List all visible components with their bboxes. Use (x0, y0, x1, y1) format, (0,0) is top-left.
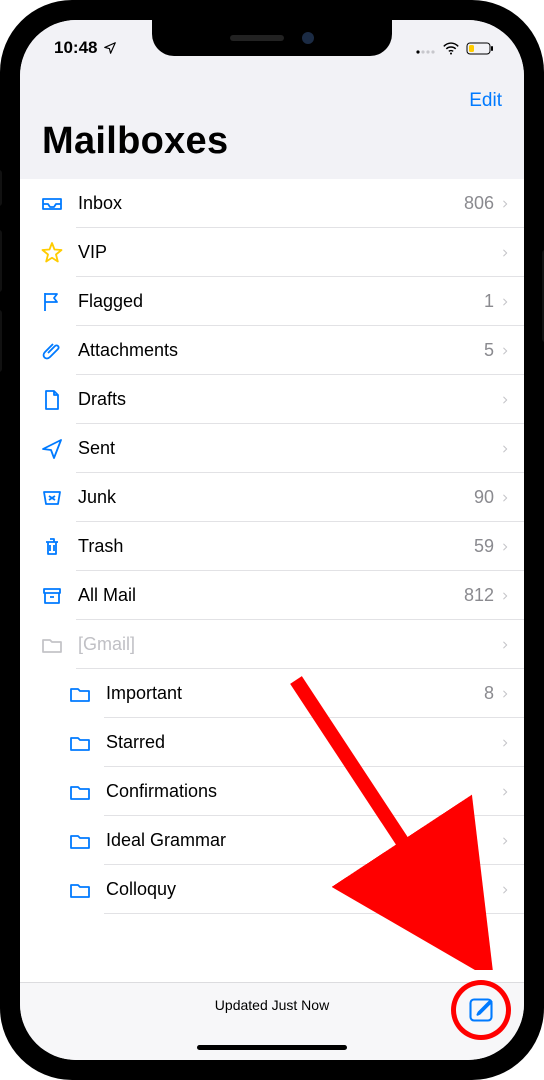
battery-low-icon (466, 42, 494, 55)
page-title: Mailboxes (42, 118, 502, 175)
sent-icon (38, 437, 66, 461)
chevron-right-icon (500, 392, 510, 408)
phone-frame: 10:48 (0, 0, 544, 1080)
chevron-right-icon (500, 833, 510, 849)
nav-bar: Edit Mailboxes (20, 76, 524, 179)
mailbox-row[interactable]: Drafts (20, 375, 524, 424)
status-time: 10:48 (54, 38, 97, 58)
mailbox-label: All Mail (78, 585, 464, 606)
chevron-right-icon (500, 196, 510, 212)
notch (152, 20, 392, 56)
folder-muted-icon (38, 633, 66, 657)
mailbox-row[interactable]: Important8 (20, 669, 524, 718)
chevron-right-icon (500, 735, 510, 751)
earpiece-speaker (230, 35, 284, 41)
mailbox-label: Important (106, 683, 484, 704)
chevron-right-icon (500, 245, 510, 261)
toolbar: Updated Just Now (20, 982, 524, 1060)
mailbox-row[interactable]: Ideal Grammar (20, 816, 524, 865)
mailbox-row[interactable]: Starred (20, 718, 524, 767)
home-indicator[interactable] (197, 1045, 347, 1050)
mailbox-count: 8 (484, 683, 494, 704)
mailbox-row[interactable]: VIP (20, 228, 524, 277)
mailbox-row[interactable]: Confirmations (20, 767, 524, 816)
chevron-right-icon (500, 490, 510, 506)
sync-status: Updated Just Now (20, 997, 524, 1013)
mailbox-row[interactable]: Attachments5 (20, 326, 524, 375)
mailbox-row[interactable]: Sent (20, 424, 524, 473)
folder-icon (66, 829, 94, 853)
chevron-right-icon (500, 294, 510, 310)
location-arrow-icon (103, 41, 117, 55)
mailbox-label: Sent (78, 438, 500, 459)
mailbox-row[interactable]: All Mail812 (20, 571, 524, 620)
mailbox-label: Confirmations (106, 781, 500, 802)
mailbox-count: 5 (484, 340, 494, 361)
mute-switch[interactable] (0, 170, 2, 206)
mailbox-row[interactable]: Inbox806 (20, 179, 524, 228)
mailbox-count: 90 (474, 487, 494, 508)
mailbox-row[interactable]: Junk90 (20, 473, 524, 522)
screen: 10:48 (20, 20, 524, 1060)
chevron-right-icon (500, 637, 510, 653)
mailbox-label: Trash (78, 536, 474, 557)
mailbox-label: Flagged (78, 291, 484, 312)
archive-icon (38, 584, 66, 608)
chevron-right-icon (500, 588, 510, 604)
chevron-right-icon (500, 343, 510, 359)
mailbox-row[interactable]: Flagged1 (20, 277, 524, 326)
mailbox-count: 806 (464, 193, 494, 214)
mailbox-row[interactable]: Colloquy (20, 865, 524, 914)
mailbox-label: Colloquy (106, 879, 500, 900)
edit-button[interactable]: Edit (469, 90, 502, 112)
mailbox-label: Inbox (78, 193, 464, 214)
wifi-icon (442, 42, 460, 55)
mailbox-list[interactable]: Inbox806VIPFlagged1Attachments5DraftsSen… (20, 179, 524, 982)
mailbox-row[interactable]: [Gmail] (20, 620, 524, 669)
compose-button[interactable] (467, 996, 495, 1024)
mailbox-label: VIP (78, 242, 500, 263)
folder-icon (66, 780, 94, 804)
mailbox-count: 59 (474, 536, 494, 557)
volume-down-button[interactable] (0, 310, 2, 372)
folder-icon (66, 878, 94, 902)
chevron-right-icon (500, 441, 510, 457)
draft-icon (38, 388, 66, 412)
inbox-icon (38, 192, 66, 216)
flag-icon (38, 290, 66, 314)
compose-button-highlight (456, 985, 506, 1035)
mailbox-row[interactable]: Trash59 (20, 522, 524, 571)
paperclip-icon (38, 339, 66, 363)
mailbox-label: [Gmail] (78, 634, 500, 655)
mailbox-label: Ideal Grammar (106, 830, 500, 851)
folder-icon (66, 682, 94, 706)
chevron-right-icon (500, 882, 510, 898)
chevron-right-icon (500, 539, 510, 555)
junk-icon (38, 486, 66, 510)
star-icon (38, 241, 66, 265)
chevron-right-icon (500, 686, 510, 702)
mailbox-label: Starred (106, 732, 500, 753)
mailbox-label: Junk (78, 487, 474, 508)
cellular-signal-icon (416, 42, 436, 54)
volume-up-button[interactable] (0, 230, 2, 292)
front-camera (302, 32, 314, 44)
mailbox-count: 812 (464, 585, 494, 606)
trash-icon (38, 535, 66, 559)
chevron-right-icon (500, 784, 510, 800)
mailbox-label: Attachments (78, 340, 484, 361)
mailbox-label: Drafts (78, 389, 500, 410)
folder-icon (66, 731, 94, 755)
mailbox-count: 1 (484, 291, 494, 312)
